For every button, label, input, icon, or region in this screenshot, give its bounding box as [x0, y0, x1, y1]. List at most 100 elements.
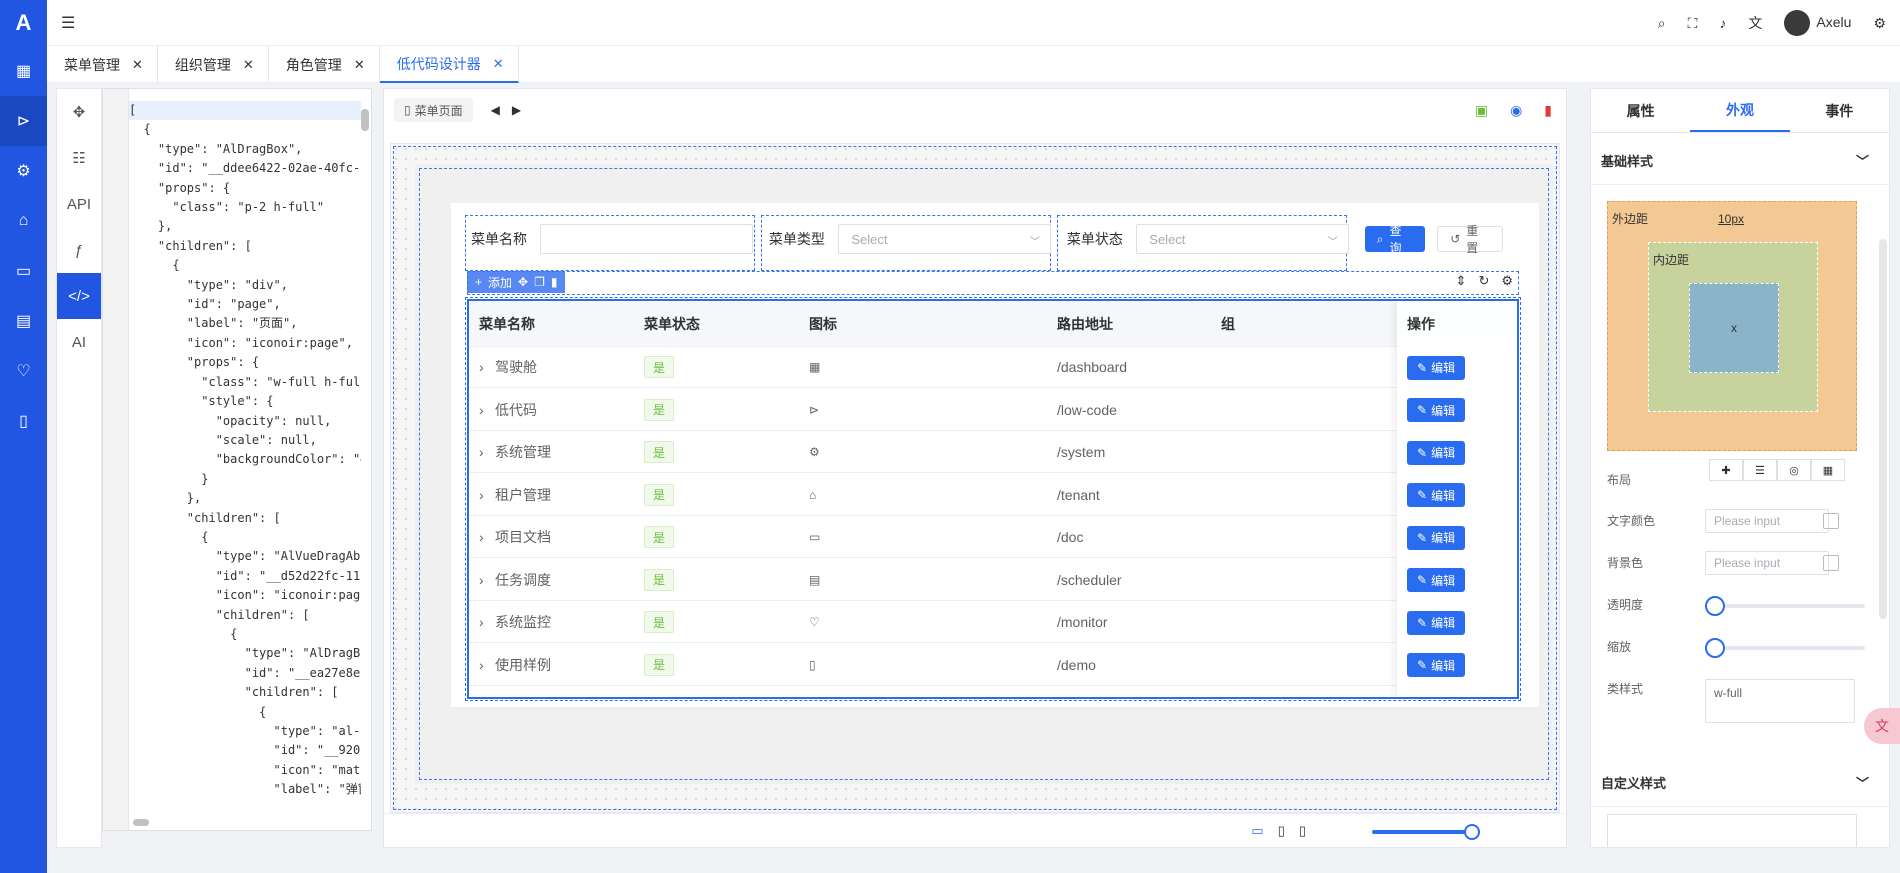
- margin-top-value[interactable]: 10px: [1718, 212, 1744, 226]
- code-line: "props": {: [129, 180, 231, 195]
- user-menu[interactable]: Axelu: [1784, 10, 1851, 36]
- save-icon[interactable]: ▣: [1475, 102, 1488, 119]
- code-line: "type": "AlDragBox",: [129, 141, 303, 156]
- opacity-slider-handle[interactable]: [1705, 596, 1725, 616]
- add-button[interactable]: + 添加 ✥ ❐ ▮: [467, 271, 566, 293]
- component-icon[interactable]: ✥: [57, 89, 101, 135]
- tab-label: 菜单管理: [64, 56, 120, 73]
- page-content[interactable]: 菜单名称 菜单类型 Select ﹀ 菜单状态 Select ﹀ ⌕ 查询 ↺ 重置 +…: [451, 203, 1539, 707]
- redo-icon[interactable]: ▶: [512, 103, 521, 117]
- layout-grid-icon[interactable]: ▦: [1811, 459, 1845, 481]
- editor-gutter: [103, 89, 129, 830]
- menu-type-select[interactable]: Select ﹀: [838, 224, 1051, 254]
- gear-icon[interactable]: ⚙: [1873, 15, 1886, 32]
- code-line: "scale": null,: [129, 432, 317, 447]
- table-outline: [465, 297, 1521, 701]
- refresh-icon[interactable]: ↻: [1478, 273, 1489, 289]
- close-icon[interactable]: ✕: [243, 57, 254, 73]
- undo-icon[interactable]: ◀: [491, 103, 500, 117]
- zoom-slider-handle[interactable]: [1464, 824, 1480, 840]
- select-placeholder: Select: [1149, 231, 1186, 247]
- search-icon[interactable]: ⌕: [1658, 15, 1666, 32]
- close-icon[interactable]: ✕: [354, 57, 365, 73]
- tab-events[interactable]: 事件: [1790, 89, 1889, 132]
- zoom-slider-track[interactable]: [1372, 830, 1472, 834]
- tab-appearance[interactable]: 外观: [1690, 89, 1790, 132]
- margin-label: 外边距: [1612, 212, 1649, 226]
- json-code-editor[interactable]: [ { "type": "AlDragBox", "id": "__ddee64…: [102, 88, 372, 831]
- code-line: "label": "页面",: [129, 316, 298, 331]
- search-form: 菜单名称 菜单类型 Select ﹀ 菜单状态 Select ﹀ ⌕ 查询 ↺ 重置: [465, 215, 1503, 271]
- class-style-textarea[interactable]: w-full: [1705, 679, 1855, 723]
- code-line: "children": [: [129, 510, 281, 525]
- tab-org-management[interactable]: 组织管理 ✕: [158, 46, 269, 83]
- layout-center-icon[interactable]: ◎: [1777, 459, 1811, 481]
- tab-role-management[interactable]: 角色管理 ✕: [269, 46, 380, 83]
- code-line: "icon": "iconoir:page",: [129, 335, 353, 350]
- book-icon[interactable]: ▭: [0, 246, 47, 296]
- ai-icon[interactable]: AI: [57, 319, 101, 365]
- box-model-margin: 外边距 10px 内边距 x: [1607, 201, 1857, 451]
- translate-float-icon[interactable]: 文: [1864, 708, 1900, 744]
- code-icon[interactable]: </>: [57, 273, 101, 319]
- layout-label: 布局: [1607, 472, 1632, 487]
- function-icon[interactable]: ƒ: [57, 227, 101, 273]
- fullscreen-icon[interactable]: ⛶: [1688, 15, 1698, 32]
- layout-column-icon[interactable]: ☰: [1743, 459, 1777, 481]
- menu-name-input[interactable]: [540, 224, 753, 254]
- code-line: {: [129, 626, 238, 641]
- translate-icon[interactable]: 文: [1748, 13, 1762, 33]
- preview-icon[interactable]: ◉: [1510, 102, 1522, 119]
- search-button-label: 查询: [1389, 224, 1402, 255]
- close-icon[interactable]: ✕: [493, 56, 504, 72]
- tab-menu-management[interactable]: 菜单管理 ✕: [47, 46, 158, 83]
- scale-slider-track[interactable]: [1715, 646, 1865, 650]
- page-selector[interactable]: ▯ 菜单页面: [394, 98, 473, 122]
- scale-slider-handle[interactable]: [1705, 638, 1725, 658]
- close-icon[interactable]: ✕: [132, 57, 143, 73]
- tab-lowcode-designer[interactable]: 低代码设计器 ✕: [379, 46, 519, 83]
- reset-button[interactable]: ↺ 重置: [1437, 224, 1503, 255]
- code-icon[interactable]: ⊳: [0, 96, 47, 146]
- column-height-icon[interactable]: ⇕: [1456, 273, 1467, 289]
- text-color-input[interactable]: Please input: [1705, 509, 1829, 533]
- menu-toggle-icon[interactable]: ☰: [61, 13, 75, 33]
- heart-monitor-icon[interactable]: ♡: [0, 346, 47, 396]
- tab-properties[interactable]: 属性: [1591, 89, 1690, 132]
- horizontal-scrollbar[interactable]: [133, 819, 149, 826]
- menu-status-select[interactable]: Select ﹀: [1136, 224, 1349, 254]
- color-picker-icon[interactable]: [1823, 513, 1839, 529]
- settings-icon[interactable]: ⚙: [1501, 273, 1513, 289]
- opacity-slider-track[interactable]: [1715, 604, 1865, 608]
- custom-style-editor[interactable]: [1607, 814, 1857, 847]
- copy-icon[interactable]: ❐: [534, 275, 545, 289]
- vertical-scrollbar[interactable]: [1879, 239, 1887, 619]
- search-button[interactable]: ⌕ 查询: [1364, 224, 1426, 255]
- color-picker-icon[interactable]: [1823, 555, 1839, 571]
- desktop-icon[interactable]: ▭: [1251, 823, 1263, 839]
- layout-flex-icon[interactable]: ✚: [1709, 459, 1743, 481]
- calendar-icon[interactable]: ▤: [0, 296, 47, 346]
- trash-icon[interactable]: ▮: [551, 275, 558, 289]
- outline-icon[interactable]: ☷: [57, 135, 101, 181]
- property-panel: 属性 外观 事件 基础样式 ﹀ 外边距 10px 内边距 x 布局 ✚ ☰ ◎ ▦…: [1590, 88, 1890, 848]
- custom-style-header[interactable]: 自定义样式 ﹀: [1591, 759, 1889, 807]
- api-icon[interactable]: API: [57, 181, 101, 227]
- move-icon[interactable]: ✥: [518, 275, 528, 289]
- delete-icon[interactable]: ▮: [1544, 102, 1552, 119]
- home-icon[interactable]: ⌂: [0, 196, 47, 246]
- page-container[interactable]: 菜单名称 菜单类型 Select ﹀ 菜单状态 Select ﹀ ⌕ 查询 ↺ 重置 +…: [415, 164, 1553, 784]
- code-line: {: [129, 258, 180, 273]
- basic-style-header[interactable]: 基础样式 ﹀: [1591, 137, 1889, 185]
- code-content[interactable]: [ { "type": "AlDragBox", "id": "__ddee64…: [129, 101, 361, 800]
- reader-icon[interactable]: ▯: [0, 396, 47, 446]
- bg-color-input[interactable]: Please input: [1705, 551, 1829, 575]
- tablet-icon[interactable]: ▯: [1278, 823, 1285, 839]
- code-line: {: [129, 529, 209, 544]
- chevron-down-icon: ﹀: [1855, 154, 1869, 169]
- dashboard-icon[interactable]: ▦: [0, 46, 47, 96]
- mobile-icon[interactable]: ▯: [1299, 823, 1306, 839]
- gear-icon[interactable]: ⚙: [0, 146, 47, 196]
- vertical-scrollbar[interactable]: [361, 109, 369, 131]
- bell-icon[interactable]: ♪: [1719, 15, 1726, 31]
